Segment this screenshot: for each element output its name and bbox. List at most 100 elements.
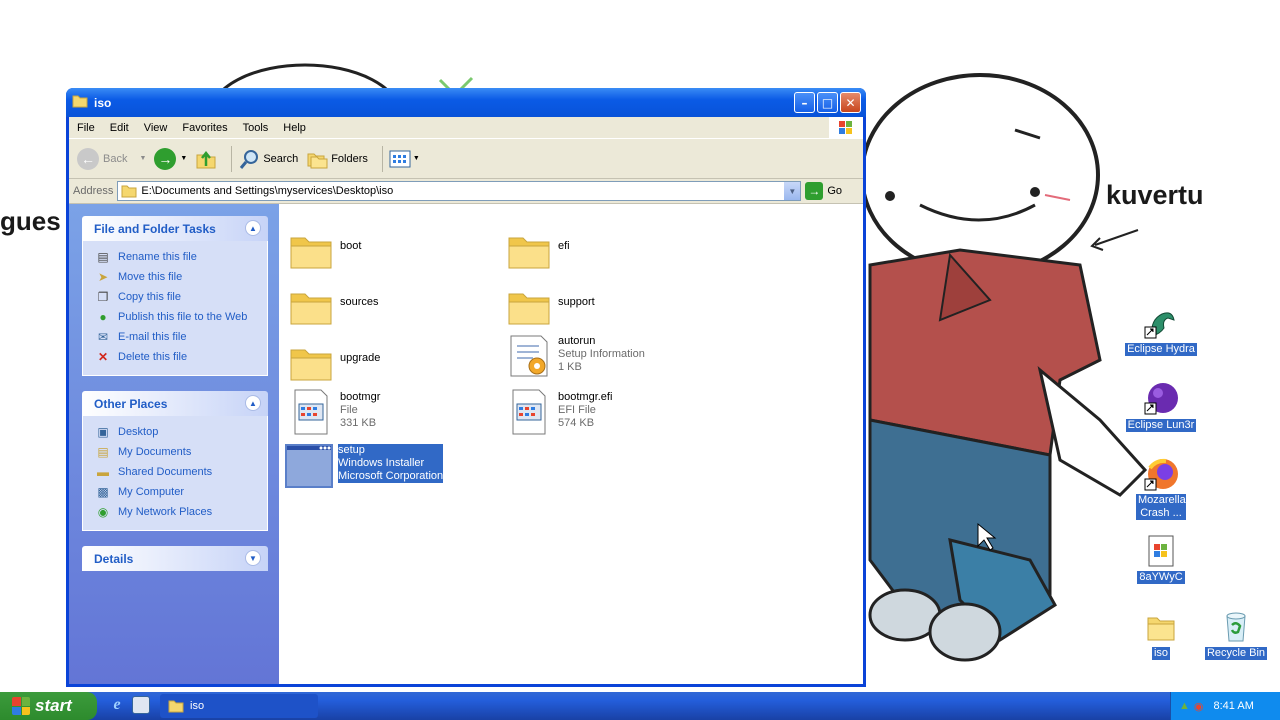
views-button[interactable]: ▼ xyxy=(389,149,420,169)
folder-icon xyxy=(121,185,137,198)
desktop-icon-8aywyc[interactable]: 8aYWyC xyxy=(1125,534,1197,584)
file-item-autorun[interactable]: autorun Setup Information 1 KB xyxy=(505,332,645,380)
file-name: setup xyxy=(338,444,365,456)
go-arrow-icon: → xyxy=(805,182,824,200)
task-rename[interactable]: ▤ Rename this file xyxy=(95,247,267,267)
network-tray-icon[interactable]: ▲ xyxy=(1179,700,1190,712)
task-publish[interactable]: ● Publish this file to the Web xyxy=(95,307,267,327)
delete-icon: ✕ xyxy=(97,350,109,364)
chevron-down-icon: ▼ xyxy=(412,155,420,162)
place-my-computer[interactable]: ▩ My Computer xyxy=(95,482,267,502)
panel-header[interactable]: File and Folder Tasks ▲ xyxy=(82,216,268,241)
file-name: efi xyxy=(558,240,570,252)
globe-icon: ● xyxy=(99,310,107,324)
file-type: Windows Installer xyxy=(338,457,425,469)
start-button[interactable]: start xyxy=(0,692,97,720)
menu-tools[interactable]: Tools xyxy=(243,122,269,134)
clock[interactable]: 8:41 AM xyxy=(1214,700,1254,712)
panel-title: Other Places xyxy=(94,396,168,411)
menu-edit[interactable]: Edit xyxy=(110,122,129,134)
collapse-icon[interactable]: ▲ xyxy=(245,220,261,236)
go-button[interactable]: → Go xyxy=(805,182,842,200)
menu-favorites[interactable]: Favorites xyxy=(182,122,227,134)
search-button[interactable]: Search xyxy=(238,148,298,170)
place-label: My Computer xyxy=(118,486,185,498)
minimize-icon: – xyxy=(801,95,808,110)
toolbar-separator xyxy=(381,145,383,172)
task-move[interactable]: ➤ Move this file xyxy=(95,267,267,287)
panel-header[interactable]: Details ▼ xyxy=(82,546,268,571)
shared-folder-icon: ▬ xyxy=(97,465,109,479)
show-desktop-icon[interactable] xyxy=(132,696,150,714)
explorer-window: iso – □ ✕ File Edit View Favorites Tools… xyxy=(66,88,866,687)
up-folder-button[interactable] xyxy=(195,148,217,170)
file-item-bootmgr[interactable]: bootmgr File 331 KB xyxy=(287,388,380,436)
wallpaper-text-left: gues xyxy=(0,206,61,236)
folder-icon xyxy=(508,293,550,325)
minimize-button[interactable]: – xyxy=(794,92,815,113)
quick-launch: e xyxy=(108,696,150,714)
menu-view[interactable]: View xyxy=(144,122,168,134)
menu-file[interactable]: File xyxy=(77,122,95,134)
menu-help[interactable]: Help xyxy=(283,122,306,134)
file-size: 331 KB xyxy=(340,417,377,429)
file-item-sources[interactable]: sources xyxy=(287,284,379,332)
desktop-icon-eclipse-hydra[interactable]: Eclipse Hydra xyxy=(1125,306,1197,356)
back-button[interactable]: ← Back ▼ xyxy=(77,147,147,170)
place-shared-documents[interactable]: ▬ Shared Documents xyxy=(95,462,267,482)
search-label: Search xyxy=(263,152,299,165)
folders-button[interactable]: Folders xyxy=(306,148,368,170)
task-label: Delete this file xyxy=(118,351,188,363)
task-label: Rename this file xyxy=(118,251,197,263)
desktop-icon-mozarella-crash[interactable]: Mozarella Crash ... xyxy=(1125,458,1197,520)
task-email[interactable]: ✉ E-mail this file xyxy=(95,327,267,347)
file-item-setup[interactable]: setup Windows Installer Microsoft Corpor… xyxy=(285,444,444,492)
file-type: Setup Information xyxy=(558,348,645,360)
security-shield-icon[interactable]: ◉ xyxy=(1194,700,1204,713)
place-desktop[interactable]: ▣ Desktop xyxy=(95,422,267,442)
taskbar-button-label: iso xyxy=(190,700,205,712)
document-icon xyxy=(1144,534,1178,568)
desktop-icon-label: Eclipse Hydra xyxy=(1125,343,1197,356)
forward-button[interactable]: → ▼ xyxy=(154,147,188,170)
desktop-icon-eclipse-lun3r[interactable]: Eclipse Lun3r xyxy=(1125,382,1197,432)
internet-explorer-icon[interactable]: e xyxy=(108,696,126,714)
expand-icon[interactable]: ▼ xyxy=(245,550,261,566)
window-title: iso xyxy=(94,95,112,110)
views-icon xyxy=(389,150,411,167)
file-item-boot[interactable]: boot xyxy=(287,228,361,276)
search-icon xyxy=(240,149,259,169)
desktop-icon-iso[interactable]: iso xyxy=(1125,610,1197,660)
file-item-efi[interactable]: efi xyxy=(505,228,570,276)
close-button[interactable]: ✕ xyxy=(840,92,861,113)
place-my-network-places[interactable]: ◉ My Network Places xyxy=(95,502,267,522)
desktop-icon-label: iso xyxy=(1151,647,1171,660)
folder-icon xyxy=(1144,610,1178,644)
task-delete[interactable]: ✕ Delete this file xyxy=(95,347,267,367)
desktop-icon-label: Mozarella Crash ... xyxy=(1136,494,1186,520)
place-label: My Documents xyxy=(118,446,192,458)
address-dropdown-button[interactable]: ▼ xyxy=(784,182,801,200)
up-folder-icon xyxy=(196,150,216,168)
file-size: 1 KB xyxy=(558,361,582,373)
file-publisher: Microsoft Corporation xyxy=(338,470,444,482)
file-item-upgrade[interactable]: upgrade xyxy=(287,340,380,388)
chevron-down-icon: ▼ xyxy=(139,155,147,162)
panel-header[interactable]: Other Places ▲ xyxy=(82,391,268,416)
file-item-support[interactable]: support xyxy=(505,284,595,332)
collapse-icon[interactable]: ▲ xyxy=(245,395,261,411)
file-name: boot xyxy=(340,240,362,252)
chevron-down-icon: ▼ xyxy=(180,155,188,162)
desktop-icon-recycle-bin[interactable]: Recycle Bin xyxy=(1200,610,1272,660)
taskbar-button-iso[interactable]: iso xyxy=(160,694,318,718)
place-label: Desktop xyxy=(118,426,159,438)
windows-logo-icon xyxy=(12,697,30,715)
title-bar[interactable]: iso – □ ✕ xyxy=(66,88,866,117)
place-my-documents[interactable]: ▤ My Documents xyxy=(95,442,267,462)
maximize-button[interactable]: □ xyxy=(817,92,838,113)
file-size: 574 KB xyxy=(558,417,595,429)
task-copy[interactable]: ❐ Copy this file xyxy=(95,287,267,307)
back-label: Back xyxy=(103,152,128,165)
file-item-bootmgr-efi[interactable]: bootmgr.efi EFI File 574 KB xyxy=(505,388,612,436)
address-input[interactable]: E:\Documents and Settings\myservices\Des… xyxy=(117,181,802,201)
